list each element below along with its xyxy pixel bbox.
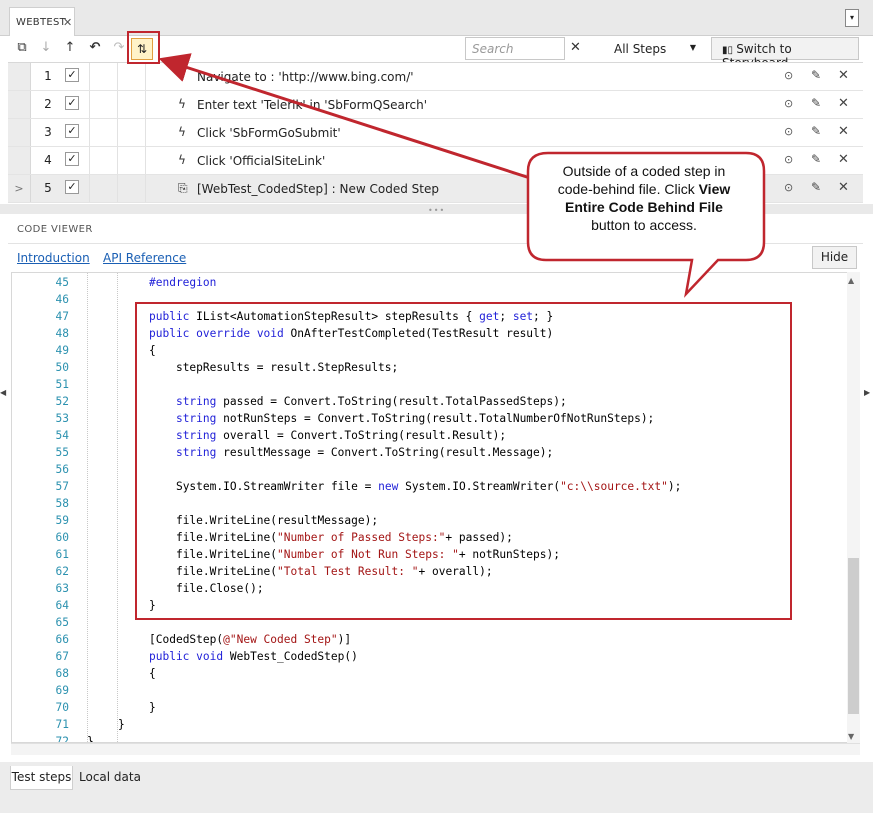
callout-bold-view: View [698, 181, 731, 197]
callout-line1: Outside of a coded step in [562, 163, 726, 179]
callout-line2: code-behind file. Click [557, 181, 699, 197]
callout-text: Outside of a coded step in code-behind f… [533, 162, 755, 234]
callout-arrow [158, 53, 766, 298]
callout-line4: button to access. [591, 217, 697, 233]
callout-bold-filename: Entire Code Behind File [565, 199, 723, 215]
test-editor-window: WEBTEST ✕ ▾ ⧉ ↓ ↑ ↶ ↷ ⇅ Search ✕ All Ste… [0, 0, 873, 813]
